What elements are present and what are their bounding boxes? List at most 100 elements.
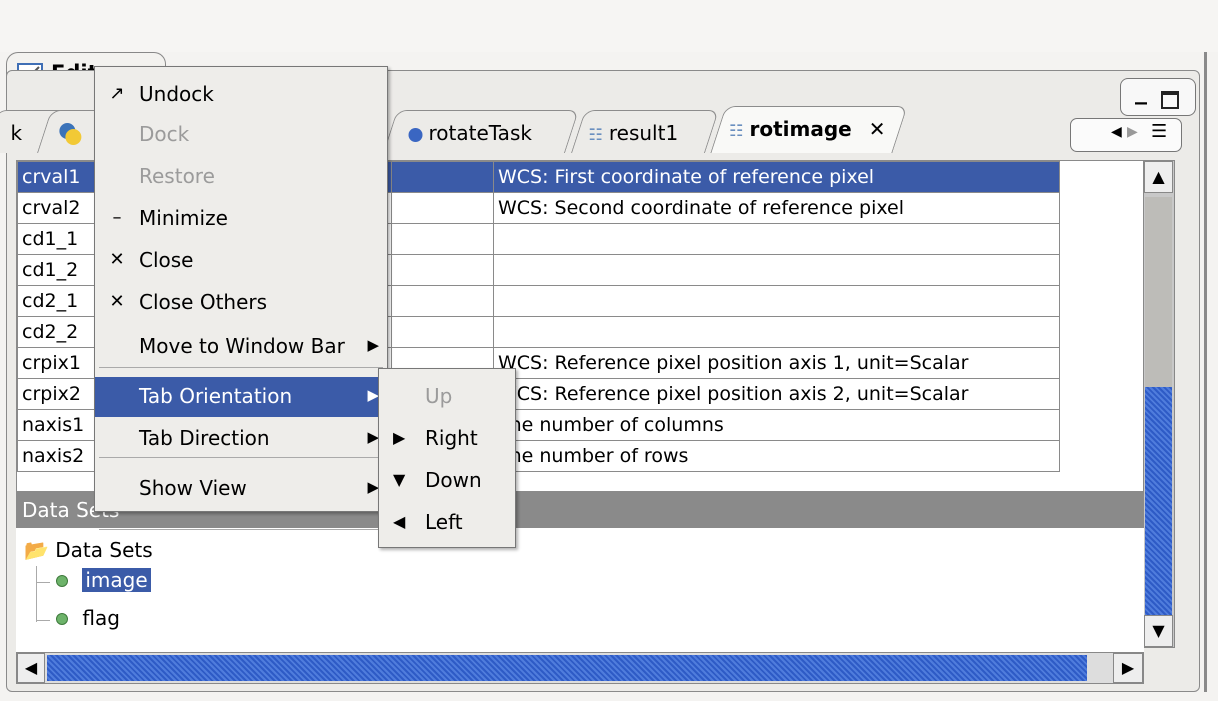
menu-item-label: Tab Direction (139, 426, 270, 450)
next-tab-icon[interactable]: ▶ (1127, 124, 1138, 140)
minimize-icon[interactable]: _ (1135, 77, 1147, 105)
tab-rotatetask-content: rotateTask (408, 121, 532, 145)
cell-extra[interactable] (391, 223, 494, 255)
tab-list-icon[interactable]: ☰ (1151, 121, 1167, 142)
submenu-item-down[interactable]: ▼ Down (379, 461, 515, 501)
cell-desc[interactable]: WCS: Second coordinate of reference pixe… (493, 192, 1060, 224)
cell-desc[interactable]: WCS: Reference pixel position axis 1, un… (493, 347, 1060, 379)
scroll-track[interactable] (47, 655, 1087, 681)
datasets-tree: 📂 Data Sets image flag (16, 528, 1144, 652)
submenu-item-label: Right (425, 426, 478, 450)
close-tab-icon[interactable]: ✕ (869, 117, 886, 141)
tab-rotimage-content: ☷ rotimage ✕ (729, 117, 885, 141)
menu-item-close[interactable]: ✕ Close (95, 241, 387, 281)
menu-item-tab-orientation[interactable]: Tab Orientation ▶ (95, 377, 387, 417)
tab-navigation[interactable]: ◀ ▶ ☰ (1070, 118, 1182, 152)
cell-name[interactable]: cd2_1 (17, 285, 100, 317)
tree-root-label: Data Sets (55, 538, 153, 562)
scroll-thumb[interactable] (1145, 197, 1172, 387)
cell-name[interactable]: naxis1 (17, 409, 100, 441)
direction-icon: ◀ (393, 512, 406, 531)
tab-rotatetask[interactable]: rotateTask (383, 110, 579, 153)
submenu-item-up[interactable]: Up (379, 377, 515, 417)
scroll-track[interactable] (1145, 387, 1172, 641)
tab-result1[interactable]: ☷ result1 (571, 110, 719, 153)
menu-item-undock[interactable]: ↗ Undock (95, 75, 387, 115)
menu-separator (99, 367, 383, 368)
window-divider[interactable] (1204, 52, 1207, 692)
cell-extra[interactable] (391, 161, 494, 193)
scroll-up-icon[interactable]: ▲ (1144, 161, 1173, 193)
menu-item-tab-direction[interactable]: Tab Direction ▶ (95, 419, 387, 459)
cell-desc[interactable]: The number of columns (493, 409, 1060, 441)
horizontal-scrollbar[interactable]: ◀ ▶ (16, 652, 1144, 684)
menu-item-restore[interactable]: Restore (95, 157, 387, 197)
menu-item-dock[interactable]: Dock (95, 115, 387, 155)
prev-tab-icon[interactable]: ◀ (1111, 124, 1122, 140)
dataset-icon (56, 575, 68, 587)
direction-icon: ▶ (393, 428, 406, 447)
menu-item-move-to-window-bar[interactable]: Move to Window Bar ▶ (95, 327, 387, 367)
tab-result1-content: ☷ result1 (589, 121, 679, 145)
cell-name[interactable]: cd1_1 (17, 223, 100, 255)
cell-desc[interactable] (493, 316, 1060, 348)
tab-label: rotateTask (428, 121, 532, 145)
cell-name[interactable]: naxis2 (17, 440, 100, 472)
tab-orientation-submenu: Up ▶ Right ▼ Down ◀ Left (378, 368, 516, 548)
submenu-arrow-icon: ▶ (367, 336, 379, 354)
menu-item-label: Minimize (139, 206, 228, 230)
scroll-down-icon[interactable]: ▼ (1144, 615, 1173, 647)
folder-icon: 📂 (24, 538, 49, 562)
cell-extra[interactable] (391, 285, 494, 317)
submenu-item-left[interactable]: ◀ Left (379, 503, 515, 543)
scroll-left-icon[interactable]: ◀ (17, 653, 45, 683)
menu-item-label: Move to Window Bar (139, 334, 345, 358)
top-toolbar-area (0, 0, 1218, 52)
cell-extra[interactable] (391, 316, 494, 348)
table-icon: ☷ (729, 121, 744, 140)
vertical-scrollbar[interactable]: ▲ ▼ (1143, 160, 1175, 648)
scroll-right-icon[interactable]: ▶ (1113, 653, 1143, 683)
tab-label: result1 (608, 121, 679, 145)
menu-item-label: Close (139, 248, 194, 272)
tab-rotimage[interactable]: ☷ rotimage ✕ (710, 106, 908, 153)
menu-item-minimize[interactable]: – Minimize (95, 199, 387, 239)
cell-desc[interactable]: WCS: Reference pixel position axis 2, un… (493, 378, 1060, 410)
cell-name[interactable]: crpix1 (17, 347, 100, 379)
tree-item[interactable]: flag (56, 606, 120, 630)
menu-separator (99, 457, 383, 458)
tree-line (36, 566, 38, 622)
task-icon (408, 127, 423, 142)
cell-name[interactable]: crval2 (17, 192, 100, 224)
cell-desc[interactable]: WCS: First coordinate of reference pixel (493, 161, 1060, 193)
cell-name[interactable]: crpix2 (17, 378, 100, 410)
menu-item-label: Restore (139, 164, 215, 188)
cell-name[interactable]: cd1_2 (17, 254, 100, 286)
tab-context-menu: ↗ Undock Dock Restore – Minimize ✕ Close ✕ Close … (94, 66, 388, 530)
cell-desc[interactable] (493, 223, 1060, 255)
submenu-item-right[interactable]: ▶ Right (379, 419, 515, 459)
menu-item-show-view[interactable]: Show View ▶ (95, 469, 387, 509)
cell-extra[interactable] (391, 254, 494, 286)
cell-extra[interactable] (391, 192, 494, 224)
cell-name[interactable]: crval1 (17, 161, 100, 193)
menu-item-label: Dock (139, 122, 190, 146)
cell-desc[interactable]: The number of rows (493, 440, 1060, 472)
tree-item[interactable]: image (56, 568, 151, 592)
menu-item-label: Undock (139, 82, 214, 106)
cell-name[interactable]: cd2_2 (17, 316, 100, 348)
menu-item-icon: ✕ (109, 291, 125, 312)
menu-item-label: Close Others (139, 290, 268, 314)
cell-desc[interactable] (493, 285, 1060, 317)
tree-root[interactable]: 📂 Data Sets (24, 538, 153, 562)
submenu-item-label: Down (425, 468, 482, 492)
cell-desc[interactable] (493, 254, 1060, 286)
direction-icon: ▼ (393, 470, 406, 489)
menu-item-icon: ✕ (109, 249, 125, 270)
tree-line (36, 582, 50, 584)
submenu-item-label: Up (425, 384, 453, 408)
menu-item-close-others[interactable]: ✕ Close Others (95, 283, 387, 323)
minimize-maximize-control[interactable]: _ (1120, 77, 1196, 116)
maximize-icon[interactable] (1161, 91, 1179, 109)
menu-item-label: Tab Orientation (139, 384, 293, 408)
